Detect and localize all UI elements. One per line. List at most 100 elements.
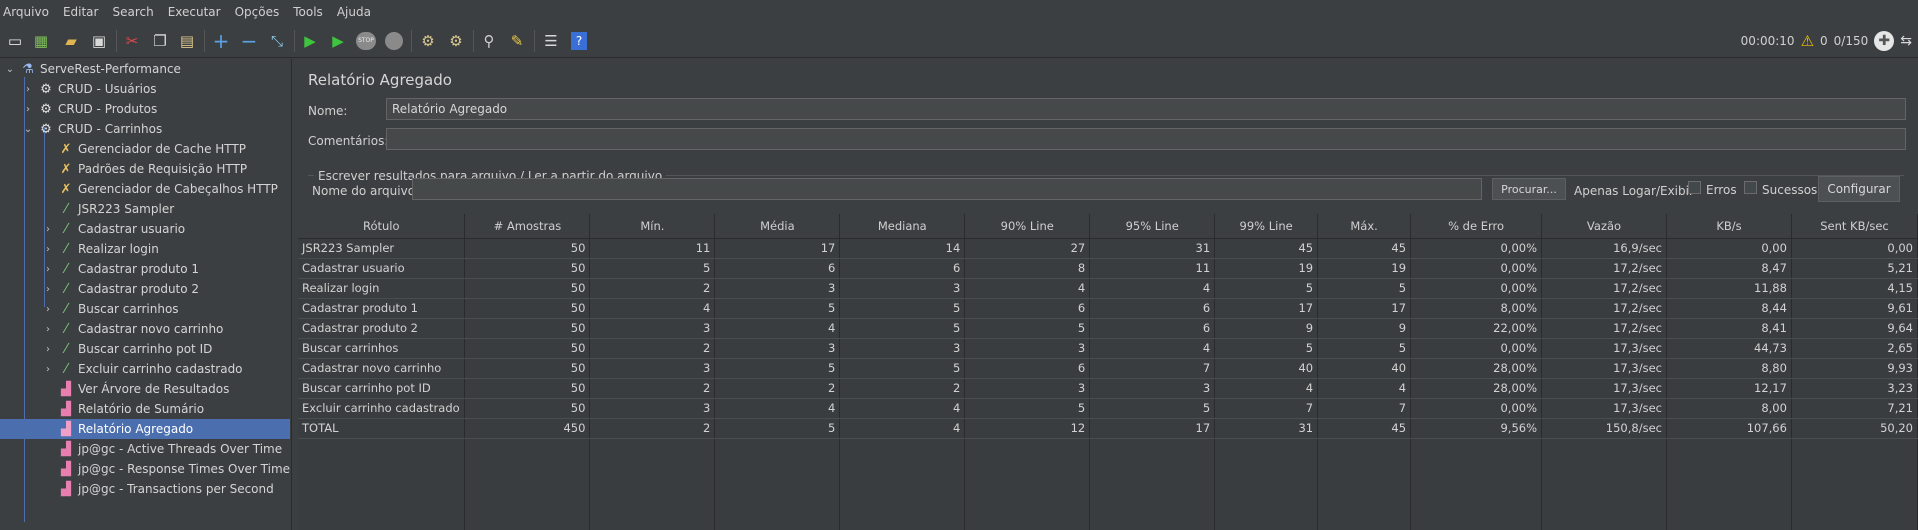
column-header[interactable]: 99% Line <box>1214 214 1319 239</box>
column-header[interactable]: 90% Line <box>964 214 1091 239</box>
tree-node-ver-arvore[interactable]: ▟ Ver Árvore de Resultados <box>58 379 229 399</box>
table-cell: 17 <box>1089 418 1216 439</box>
toggle-icon[interactable]: ⤡ <box>266 30 288 52</box>
chevron-down-icon[interactable]: ⌄ <box>4 63 16 75</box>
filename-field[interactable] <box>412 178 1482 200</box>
column-header[interactable]: Sent KB/sec <box>1791 214 1918 239</box>
tree-node-active-threads[interactable]: ▟ jp@gc - Active Threads Over Time <box>58 439 282 459</box>
table-row[interactable]: Cadastrar usuario 50 5 6 6 8 11 19 19 0,00% 17,2/s… <box>298 258 1918 279</box>
menu-ajuda[interactable]: Ajuda <box>337 5 371 19</box>
tree-node-cadastrar-novo-carrinho[interactable]: ⁄ Cadastrar novo carrinho <box>58 319 224 339</box>
table-row[interactable]: Cadastrar produto 2 50 3 4 5 5 6 9 9 22,00% 17,2/s… <box>298 318 1918 339</box>
table-row[interactable]: JSR223 Sampler 50 11 17 14 27 31 45 45 0,00% 16,9/… <box>298 238 1918 259</box>
table-cell: 4 <box>1214 378 1319 399</box>
chevron-right-icon[interactable]: › <box>42 263 54 275</box>
chevron-right-icon[interactable]: › <box>42 283 54 295</box>
tree-node-excluir-carrinho[interactable]: ⁄ Excluir carrinho cadastrado <box>58 359 243 379</box>
help-icon[interactable]: ? <box>568 30 590 52</box>
templates-icon[interactable]: ▦ <box>30 30 52 52</box>
tree-node-buscar-carrinho-pot-id[interactable]: ⁄ Buscar carrinho pot ID <box>58 339 212 359</box>
open-folder-icon[interactable]: ▰ <box>60 30 82 52</box>
tree-node-jsr223-sampler[interactable]: ⁄ JSR223 Sampler <box>58 199 174 219</box>
tree-node-cadastrar-produto-1[interactable]: ⁄ Cadastrar produto 1 <box>58 259 199 279</box>
clear-all-icon[interactable]: ⚙ <box>445 30 467 52</box>
tree-node-realizar-login[interactable]: ⁄ Realizar login <box>58 239 159 259</box>
warning-icon[interactable]: ⚠ <box>1801 32 1814 50</box>
paste-icon[interactable]: ▤ <box>176 30 198 52</box>
chevron-right-icon[interactable]: › <box>42 223 54 235</box>
table-cell: 150,8/sec <box>1541 418 1667 439</box>
chevron-right-icon[interactable]: › <box>42 303 54 315</box>
remote-icon[interactable]: ✚ <box>1874 31 1895 51</box>
tree-node-crud-produtos[interactable]: ⚙ CRUD - Produtos <box>38 99 157 119</box>
tree-node-header-manager[interactable]: ✗ Gerenciador de Cabeçalhos HTTP <box>58 179 278 199</box>
comments-field[interactable] <box>386 128 1906 150</box>
cut-icon[interactable]: ✂ <box>121 30 143 52</box>
column-header[interactable]: Mín. <box>589 214 716 239</box>
tree-node-relatorio-sumario[interactable]: ▟ Relatório de Sumário <box>58 399 204 419</box>
table-row[interactable]: Excluir carrinho cadastrado 50 3 4 4 5 5 7 7 0,00… <box>298 398 1918 419</box>
chevron-right-icon[interactable]: › <box>42 363 54 375</box>
menu-opcoes[interactable]: Opções <box>235 5 280 19</box>
column-header[interactable]: Mediana <box>839 214 966 239</box>
menu-executar[interactable]: Executar <box>168 5 221 19</box>
configure-button[interactable]: Configurar <box>1818 176 1900 202</box>
column-header[interactable]: Rótulo <box>298 214 466 239</box>
success-checkbox[interactable] <box>1744 181 1757 194</box>
column-header[interactable]: KB/s <box>1666 214 1792 239</box>
name-field[interactable] <box>386 98 1906 120</box>
log-viewer-icon[interactable]: ⇆ <box>1900 33 1912 49</box>
table-row[interactable]: Cadastrar novo carrinho 50 3 5 5 6 7 40 40 28,00%… <box>298 358 1918 379</box>
column-header[interactable]: % de Erro <box>1410 214 1543 239</box>
menu-editar[interactable]: Editar <box>63 5 99 19</box>
chevron-right-icon[interactable]: › <box>42 323 54 335</box>
menu-tools[interactable]: Tools <box>293 5 323 19</box>
tools-icon: ✗ <box>60 161 72 177</box>
copy-icon[interactable]: ❐ <box>149 30 171 52</box>
table-row[interactable]: Buscar carrinhos 50 2 3 3 3 4 5 5 0,00% 17,3/sec 44… <box>298 338 1918 359</box>
tree-node-cadastrar-produto-2[interactable]: ⁄ Cadastrar produto 2 <box>58 279 199 299</box>
column-header[interactable]: Vazão <box>1541 214 1667 239</box>
table-row[interactable]: Realizar login 50 2 3 3 4 4 5 5 0,00% 17,2/sec 11,8… <box>298 278 1918 299</box>
chevron-down-icon[interactable]: ⌄ <box>22 123 34 135</box>
row-label-cell: Realizar login <box>298 278 466 299</box>
tree-node-root[interactable]: ⚗ ServeRest-Performance <box>20 59 181 79</box>
browse-button[interactable]: Procurar... <box>1492 178 1566 200</box>
collapse-icon[interactable]: − <box>238 29 260 53</box>
chevron-right-icon[interactable]: › <box>22 83 34 95</box>
table-row[interactable]: Cadastrar produto 1 50 4 5 5 6 6 17 17 8,00% 17,2/… <box>298 298 1918 319</box>
errors-checkbox[interactable] <box>1688 181 1701 194</box>
expand-icon[interactable]: + <box>210 29 232 53</box>
table-row[interactable]: Buscar carrinho pot ID 50 2 2 2 3 3 4 4 28,00% 17,… <box>298 378 1918 399</box>
tree-node-cadastrar-usuario[interactable]: ⁄ Cadastrar usuario <box>58 219 185 239</box>
new-file-icon[interactable]: ▭ <box>4 30 26 52</box>
tree-node-relatorio-agregado[interactable]: ▟ Relatório Agregado <box>0 419 290 439</box>
clear-icon[interactable]: ⚙ <box>417 30 439 52</box>
chevron-right-icon[interactable]: › <box>42 343 54 355</box>
tree-node-response-times[interactable]: ▟ jp@gc - Response Times Over Time <box>58 459 290 479</box>
search-icon[interactable]: ⚲ <box>478 30 500 52</box>
tree-node-crud-usuarios[interactable]: ⚙ CRUD - Usuários <box>38 79 156 99</box>
tree-node-request-defaults[interactable]: ✗ Padrões de Requisição HTTP <box>58 159 248 179</box>
stop-icon[interactable]: STOP <box>355 30 377 52</box>
row-label-cell: Excluir carrinho cadastrado <box>298 398 466 419</box>
column-header[interactable]: Máx. <box>1317 214 1412 239</box>
menu-arquivo[interactable]: Arquivo <box>3 5 49 19</box>
save-icon[interactable]: ▣ <box>88 30 110 52</box>
column-header[interactable]: # Amostras <box>464 214 591 239</box>
column-header[interactable]: Média <box>714 214 841 239</box>
tree-node-buscar-carrinhos[interactable]: ⁄ Buscar carrinhos <box>58 299 179 319</box>
function-helper-icon[interactable]: ☰ <box>540 30 562 52</box>
tree-node-cache-manager[interactable]: ✗ Gerenciador de Cache HTTP <box>58 139 246 159</box>
start-icon[interactable]: ▶ <box>299 30 321 52</box>
menu-search[interactable]: Search <box>112 5 153 19</box>
table-row[interactable]: TOTAL 450 2 5 4 12 17 31 45 9,56% 150,8/sec 107,66 5… <box>298 418 1918 439</box>
shutdown-icon[interactable] <box>383 30 405 52</box>
chevron-right-icon[interactable]: › <box>42 243 54 255</box>
column-header[interactable]: 95% Line <box>1089 214 1216 239</box>
tree-node-transactions-per-second[interactable]: ▟ jp@gc - Transactions per Second <box>58 479 274 499</box>
start-no-pauses-icon[interactable]: ▶ <box>327 30 349 52</box>
reset-search-icon[interactable]: ✎ <box>506 30 528 52</box>
chevron-right-icon[interactable]: › <box>22 103 34 115</box>
tree-node-crud-carrinhos[interactable]: ⚙ CRUD - Carrinhos <box>38 119 162 139</box>
